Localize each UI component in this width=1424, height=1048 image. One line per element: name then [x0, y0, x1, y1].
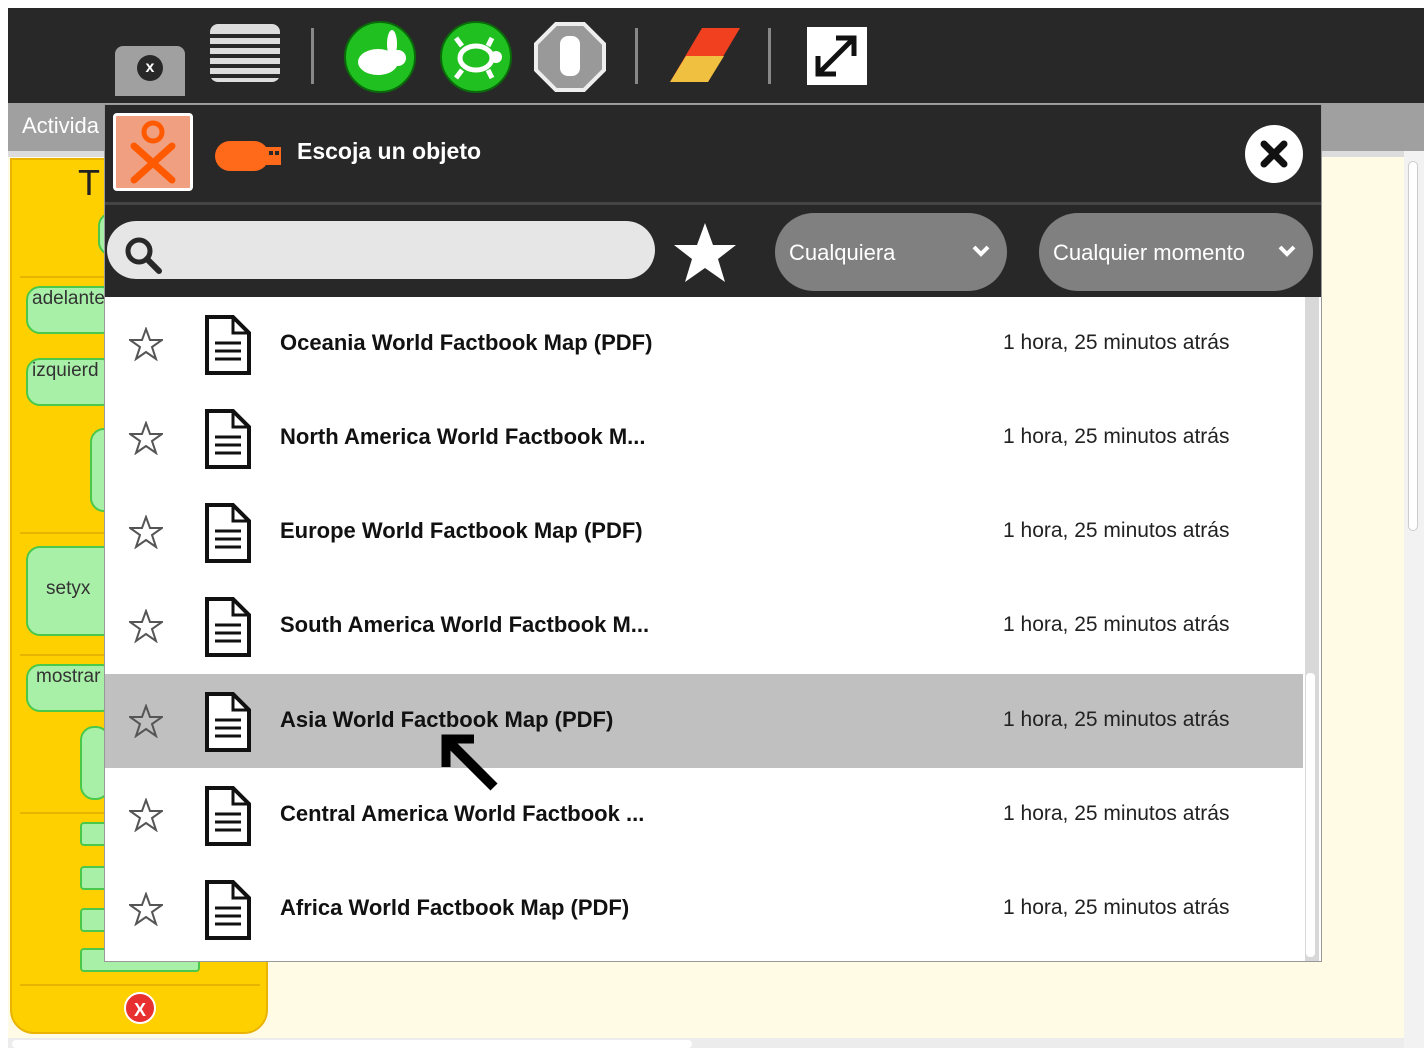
item-time: 1 hora, 25 minutos atrás: [1003, 425, 1230, 448]
canvas-horizontal-scrollbar[interactable]: [8, 1038, 1404, 1048]
toolbar-separator: [635, 28, 638, 84]
list-item[interactable]: Central America World Factbook ... 1 hor…: [105, 768, 1303, 862]
journal-list: Oceania World Factbook Map (PDF) 1 hora,…: [105, 297, 1303, 961]
item-title: Central America World Factbook ...: [280, 801, 645, 826]
toolbar-separator: [768, 28, 771, 84]
item-time: 1 hora, 25 minutos atrás: [1003, 519, 1230, 542]
document-icon: [205, 409, 251, 469]
fullscreen-icon[interactable]: [806, 26, 868, 86]
palette-title: T: [78, 162, 100, 203]
block-label: mostrar: [36, 666, 101, 687]
chevron-down-icon: [972, 245, 990, 257]
canvas-vertical-scrollbar[interactable]: [1404, 151, 1424, 1048]
list-item-selected[interactable]: Asia World Factbook Map (PDF) 1 hora, 25…: [105, 674, 1303, 768]
item-time: 1 hora, 25 minutos atrás: [1003, 896, 1230, 919]
favorite-star-icon[interactable]: [129, 421, 163, 455]
toolbar-separator: [311, 28, 314, 84]
time-filter-dropdown[interactable]: Cualquier momento: [1039, 213, 1313, 291]
favorite-star-icon[interactable]: [129, 515, 163, 549]
document-icon: [205, 503, 251, 563]
item-title: South America World Factbook M...: [280, 612, 650, 637]
palette-divider: [20, 984, 260, 986]
stop-icon[interactable]: [532, 20, 608, 94]
item-title: North America World Factbook M...: [280, 424, 646, 449]
item-title: Europe World Factbook Map (PDF): [280, 518, 643, 543]
xo-user-icon: [113, 113, 193, 191]
item-title: Asia World Factbook Map (PDF): [280, 707, 614, 732]
usb-stick-icon: [215, 141, 281, 171]
run-fast-icon[interactable]: [342, 20, 418, 94]
favorite-star-icon[interactable]: [129, 609, 163, 643]
favorite-star-icon[interactable]: [129, 327, 163, 361]
run-step-icon[interactable]: [438, 20, 514, 94]
favorite-star-icon[interactable]: [129, 798, 163, 832]
activity-label: Activida: [22, 113, 100, 138]
list-item[interactable]: Oceania World Factbook Map (PDF) 1 hora,…: [105, 297, 1303, 391]
item-time: 1 hora, 25 minutos atrás: [1003, 331, 1230, 354]
dialog-title: Escoja un objeto: [297, 138, 482, 164]
close-tab-icon[interactable]: x: [137, 55, 163, 81]
document-icon: [205, 786, 251, 846]
block-adelante[interactable]: adelante: [26, 286, 116, 334]
block-label: izquierd: [32, 360, 99, 381]
list-item[interactable]: Africa World Factbook Map (PDF) 1 hora, …: [105, 862, 1303, 956]
item-title: Oceania World Factbook Map (PDF): [280, 330, 653, 355]
favorite-star-icon[interactable]: [129, 892, 163, 926]
search-input[interactable]: [107, 221, 655, 279]
list-item[interactable]: Europe World Factbook Map (PDF) 1 hora, …: [105, 485, 1303, 579]
block-mostrar[interactable]: mostrar: [26, 664, 116, 712]
dialog-header: Escoja un objeto: [105, 105, 1321, 202]
view-icon[interactable]: [208, 20, 284, 88]
chevron-down-icon: [1278, 245, 1296, 257]
mouse-pointer-icon: [441, 734, 498, 791]
list-item[interactable]: North America World Factbook M... 1 hora…: [105, 391, 1303, 485]
list-scrollbar[interactable]: [1303, 297, 1321, 961]
search-icon: [125, 237, 162, 274]
block-label: setyx: [46, 578, 91, 599]
document-icon: [205, 597, 251, 657]
activity-tab[interactable]: x: [115, 46, 185, 96]
eraser-icon[interactable]: [664, 22, 744, 88]
favorites-filter-icon[interactable]: [673, 221, 737, 285]
document-icon: [205, 880, 251, 940]
block-label: adelante: [32, 288, 105, 309]
palette-close-icon[interactable]: X: [124, 992, 156, 1024]
item-time: 1 hora, 25 minutos atrás: [1003, 802, 1230, 825]
item-title: Africa World Factbook Map (PDF): [280, 895, 630, 920]
type-filter-value: Cualquiera: [789, 240, 896, 265]
document-icon: [205, 315, 251, 375]
list-item[interactable]: South America World Factbook M... 1 hora…: [105, 579, 1303, 673]
document-icon: [205, 692, 251, 752]
type-filter-dropdown[interactable]: Cualquiera: [775, 213, 1007, 291]
time-filter-value: Cualquier momento: [1053, 240, 1245, 265]
close-dialog-button[interactable]: [1245, 125, 1303, 183]
item-time: 1 hora, 25 minutos atrás: [1003, 708, 1230, 731]
item-time: 1 hora, 25 minutos atrás: [1003, 613, 1230, 636]
block-izquierda[interactable]: izquierd: [26, 358, 116, 406]
favorite-star-icon[interactable]: [129, 704, 163, 738]
search-toolbar: Cualquiera Cualquier momento: [105, 202, 1321, 297]
close-icon: [1260, 140, 1288, 168]
object-chooser-dialog: Escoja un objeto Cualquiera Cualquier mo…: [104, 104, 1322, 962]
